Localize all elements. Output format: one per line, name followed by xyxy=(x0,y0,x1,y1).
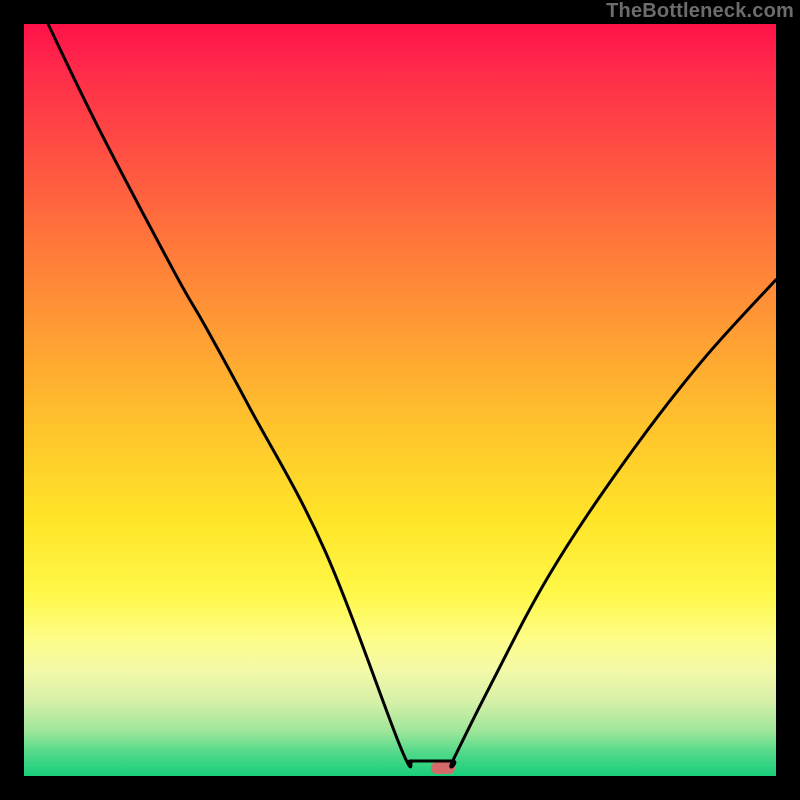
attribution-text: TheBottleneck.com xyxy=(606,0,794,23)
plot-area xyxy=(24,24,776,776)
curve-layer xyxy=(24,24,776,776)
chart-canvas: TheBottleneck.com xyxy=(0,0,800,800)
bottleneck-curve xyxy=(48,24,776,767)
